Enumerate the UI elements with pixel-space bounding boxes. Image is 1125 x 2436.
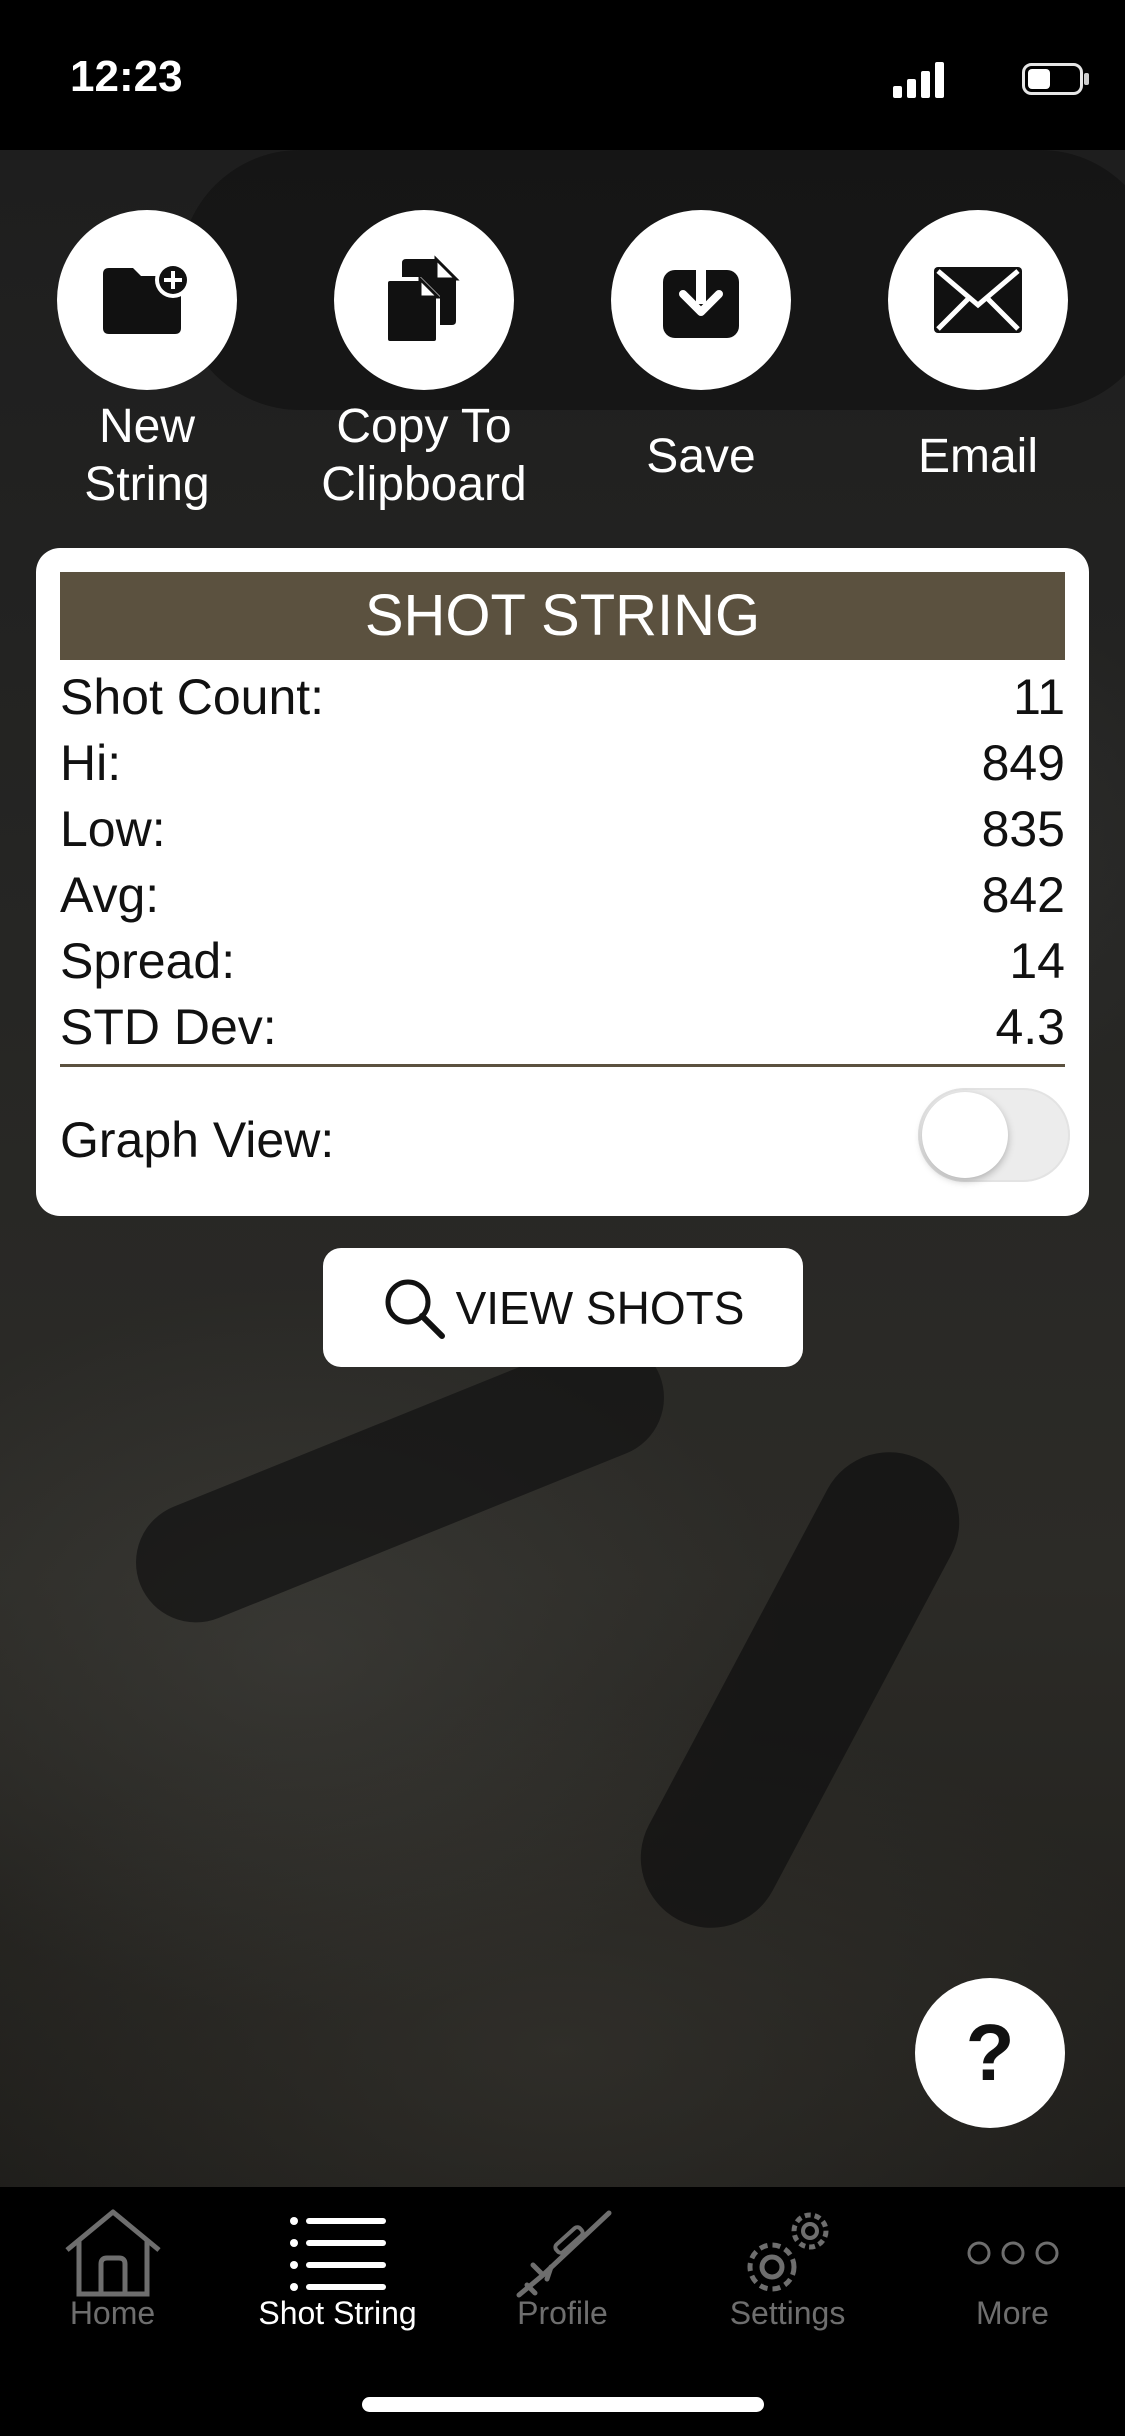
tab-label: More (976, 2295, 1049, 2331)
copy-clipboard-button[interactable] (334, 210, 514, 390)
stat-value: 842 (981, 867, 1065, 923)
new-string-label-line2: String (84, 458, 210, 511)
email-label: Email (917, 430, 1039, 483)
folder-plus-icon (103, 262, 191, 334)
tab-label: Profile (517, 2295, 608, 2331)
home-icon (64, 2209, 161, 2297)
tab-label: Home (69, 2295, 156, 2331)
status-time: 12:23 (70, 52, 183, 101)
tab-bar: Home Shot String Profile Settings More (0, 2187, 1125, 2436)
copy-clipboard-label: Copy To Clipboard (314, 398, 534, 514)
new-string-button[interactable] (57, 210, 237, 390)
graph-view-toggle[interactable] (918, 1088, 1070, 1182)
stat-label: Hi: (60, 735, 122, 791)
stat-row-spread: Spread: 14 (60, 928, 1065, 994)
tab-more[interactable]: More (900, 2187, 1125, 2357)
email-action: Email (868, 210, 1088, 486)
toggle-knob (922, 1092, 1008, 1178)
card-divider (60, 1064, 1065, 1067)
tab-label: Settings (729, 2295, 846, 2331)
stat-label: Shot Count: (60, 669, 325, 725)
save-action: Save (591, 210, 811, 486)
new-string-action: New String (37, 210, 257, 514)
stat-row-std-dev: STD Dev: 4.3 (60, 994, 1065, 1060)
save-button[interactable] (611, 210, 791, 390)
copy-icon (384, 255, 460, 345)
stat-value: 849 (981, 735, 1065, 791)
stat-row-hi: Hi: 849 (60, 730, 1065, 796)
battery-icon (1022, 63, 1089, 95)
save-label: Save (646, 430, 756, 483)
copy-clipboard-action: Copy To Clipboard (314, 210, 534, 514)
stat-value: 4.3 (995, 999, 1065, 1055)
stat-value: 14 (1009, 933, 1065, 989)
envelope-icon (934, 267, 1022, 333)
home-indicator[interactable] (362, 2397, 764, 2412)
help-button[interactable]: ? (915, 1978, 1065, 2128)
stat-row-low: Low: 835 (60, 796, 1065, 862)
status-bar: 12:23 (0, 0, 1125, 150)
view-shots-button[interactable]: VIEW SHOTS (323, 1248, 803, 1367)
stat-label: Spread: (60, 933, 236, 989)
gears-icon (747, 2212, 828, 2292)
more-icon (967, 2241, 1058, 2265)
email-button[interactable] (888, 210, 1068, 390)
list-icon (289, 2217, 386, 2291)
view-shots-label: VIEW SHOTS (455, 1281, 745, 1334)
tab-profile[interactable]: Profile (450, 2187, 675, 2357)
copy-clipboard-label-line2: Clipboard (321, 458, 527, 511)
graph-view-label: Graph View: (60, 1112, 335, 1168)
tab-settings[interactable]: Settings (675, 2187, 900, 2357)
tab-home[interactable]: Home (0, 2187, 225, 2357)
tab-shot-string[interactable]: Shot String (225, 2187, 450, 2357)
new-string-label-line1: New (98, 400, 196, 453)
stat-row-avg: Avg: 842 (60, 862, 1065, 928)
stat-value: 11 (1013, 669, 1065, 725)
stat-value: 835 (981, 801, 1065, 857)
card-title: SHOT STRING (60, 572, 1065, 660)
shot-string-card: SHOT STRING Shot Count: 11 Hi: 849 Low: … (36, 548, 1089, 1216)
stat-label: STD Dev: (60, 999, 277, 1055)
signal-icon (893, 62, 944, 98)
stat-label: Low: (60, 801, 166, 857)
stat-label: Avg: (60, 867, 160, 923)
tab-label: Shot String (258, 2295, 417, 2331)
stat-row-shot-count: Shot Count: 11 (60, 664, 1065, 730)
new-string-label: New String (37, 398, 257, 514)
save-icon (663, 260, 739, 338)
copy-clipboard-label-line1: Copy To (336, 400, 512, 453)
search-icon (385, 1279, 445, 1339)
rifle-icon (516, 2210, 611, 2298)
